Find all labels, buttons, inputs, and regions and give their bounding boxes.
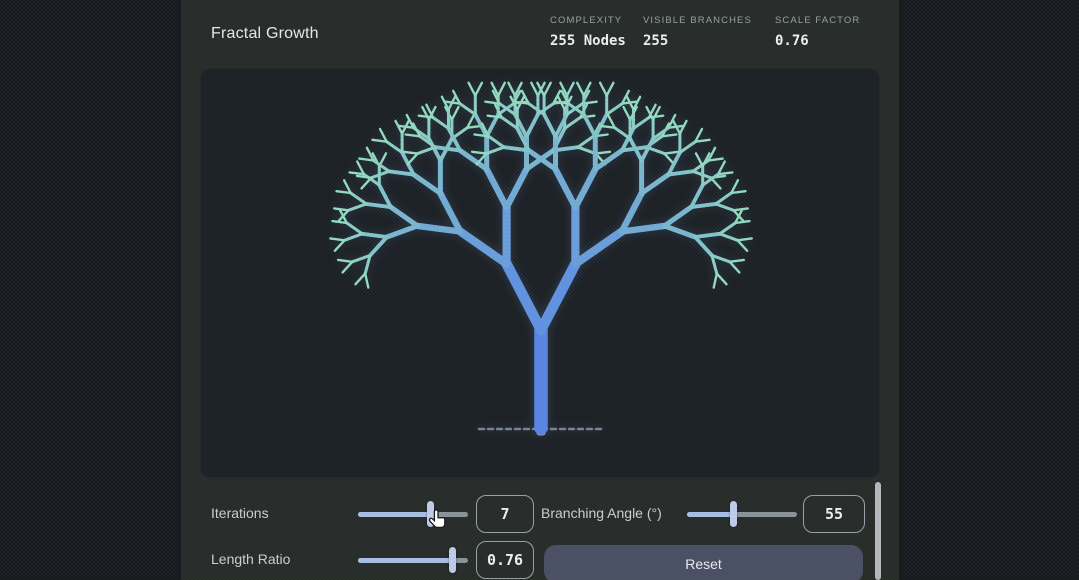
branching-angle-label: Branching Angle (°) xyxy=(541,505,662,521)
stat-visible-branches: VISIBLE BRANCHES 255 xyxy=(643,15,752,49)
stat-scale-factor-value: 0.76 xyxy=(775,33,860,49)
stat-visible-branches-value: 255 xyxy=(643,33,752,49)
iterations-slider-fill xyxy=(358,512,430,517)
branching-angle-slider-thumb[interactable] xyxy=(730,501,737,527)
stat-scale-factor: SCALE FACTOR 0.76 xyxy=(775,15,860,49)
length-ratio-slider-thumb[interactable] xyxy=(449,547,456,573)
iterations-value-box[interactable]: 7 xyxy=(476,495,534,533)
iterations-slider[interactable] xyxy=(358,501,468,527)
stat-complexity-value: 255 Nodes xyxy=(550,33,626,49)
length-ratio-slider-fill xyxy=(358,558,452,563)
scrollbar-thumb[interactable] xyxy=(875,482,881,580)
branching-angle-slider[interactable] xyxy=(687,501,797,527)
length-ratio-slider[interactable] xyxy=(358,547,468,573)
iterations-label: Iterations xyxy=(211,505,269,521)
stat-complexity-label: COMPLEXITY xyxy=(550,15,626,26)
ground-group xyxy=(479,429,604,480)
fractal-growth-app: Fractal Growth COMPLEXITY 255 Nodes VISI… xyxy=(181,0,899,580)
screen: Fractal Growth COMPLEXITY 255 Nodes VISI… xyxy=(0,0,1079,580)
iterations-slider-thumb[interactable] xyxy=(427,501,434,527)
branching-angle-slider-fill xyxy=(687,512,733,517)
length-ratio-label: Length Ratio xyxy=(211,551,290,567)
stat-visible-branches-label: VISIBLE BRANCHES xyxy=(643,15,752,26)
page-title: Fractal Growth xyxy=(211,25,319,43)
fractal-tree xyxy=(201,69,881,479)
stat-scale-factor-label: SCALE FACTOR xyxy=(775,15,860,26)
fractal-canvas-panel xyxy=(200,68,880,478)
stat-complexity: COMPLEXITY 255 Nodes xyxy=(550,15,626,49)
reset-button[interactable]: Reset xyxy=(544,545,863,580)
length-ratio-value-box[interactable]: 0.76 xyxy=(476,541,534,579)
branching-angle-value-box[interactable]: 55 xyxy=(803,495,865,533)
